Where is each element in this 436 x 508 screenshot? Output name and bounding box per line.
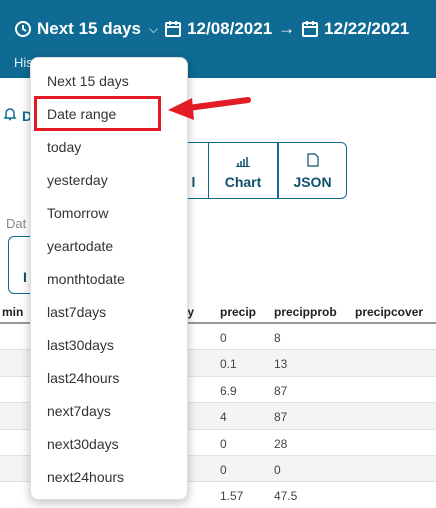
- cell-precipprob: 28: [274, 436, 288, 451]
- option-last30days[interactable]: last30days: [31, 328, 189, 361]
- cell-precip: 0: [220, 331, 227, 345]
- chart-view-button[interactable]: Chart: [208, 142, 278, 199]
- cell-precip: 0: [220, 462, 227, 477]
- arrow-right-icon: →: [278, 19, 296, 38]
- cell-precipprob: 87: [274, 383, 288, 398]
- cell-precip: 0.1: [220, 357, 237, 372]
- cell-precipprob: 8: [274, 331, 281, 345]
- cell-precipprob: 87: [274, 410, 288, 425]
- cell-precip: 4: [220, 410, 227, 425]
- calendar-icon: [301, 20, 319, 38]
- col-precip[interactable]: precip: [220, 305, 256, 319]
- cell-precipprob: 13: [274, 357, 288, 372]
- option-today[interactable]: today: [31, 130, 189, 163]
- alerts-line[interactable]: D: [2, 106, 32, 125]
- json-view-label: JSON: [293, 174, 332, 190]
- option-monthtodate[interactable]: monthtodate: [31, 262, 189, 295]
- cell-precip: 1.57: [220, 489, 244, 504]
- cell-precip: 6.9: [220, 383, 237, 398]
- annotation-arrow-icon: [168, 97, 251, 120]
- option-last24hours[interactable]: last24hours: [31, 361, 189, 394]
- cell-precipprob: 47.5: [274, 489, 298, 504]
- partial-card-text: I: [23, 269, 27, 285]
- start-date[interactable]: 12/08/2021: [187, 19, 272, 39]
- col-min[interactable]: min: [2, 305, 23, 319]
- date-range-selector[interactable]: Next 15 days ⌵ 12/08/2021 → 12/22/2021: [14, 19, 409, 39]
- option-yeartodate[interactable]: yeartodate: [31, 229, 189, 262]
- col-precipcover[interactable]: precipcover: [355, 305, 423, 319]
- clock-icon: [14, 20, 32, 38]
- chevron-down-icon[interactable]: ⌵: [149, 22, 158, 37]
- option-tomorrow[interactable]: Tomorrow: [31, 196, 189, 229]
- option-last7days[interactable]: last7days: [31, 295, 189, 328]
- dates-label: Dat: [6, 216, 27, 231]
- option-next30days[interactable]: next30days: [31, 427, 189, 460]
- option-next7days[interactable]: next7days: [31, 394, 189, 427]
- calendar-icon: [164, 20, 182, 38]
- chart-icon: [236, 154, 250, 170]
- range-label[interactable]: Next 15 days: [37, 19, 141, 39]
- end-date[interactable]: 12/22/2021: [324, 19, 409, 39]
- cell-precipprob: 0: [274, 462, 281, 477]
- highlight-box: [34, 96, 161, 131]
- option-next24hours[interactable]: next24hours: [31, 460, 189, 493]
- json-file-icon: [306, 153, 319, 170]
- json-view-button[interactable]: JSON: [278, 142, 347, 199]
- bell-icon: [2, 106, 18, 125]
- table-view-label: l: [191, 174, 196, 190]
- col-precipprob[interactable]: precipprob: [274, 305, 337, 319]
- option-yesterday[interactable]: yesterday: [31, 163, 189, 196]
- cell-precip: 0: [220, 436, 227, 451]
- chart-view-label: Chart: [224, 174, 262, 190]
